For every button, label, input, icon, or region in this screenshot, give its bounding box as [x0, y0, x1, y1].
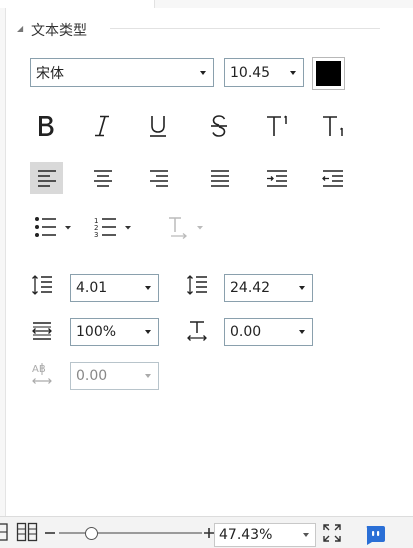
font-color-swatch	[316, 61, 341, 86]
char-scale-icon	[29, 318, 55, 344]
align-left-icon[interactable]	[30, 162, 63, 194]
section-title: 文本类型	[31, 23, 87, 39]
chevron-down-icon	[303, 533, 309, 537]
subscript-icon[interactable]	[318, 111, 350, 141]
chevron-down-icon	[145, 374, 151, 378]
char-spacing-value: 0.00	[76, 368, 108, 384]
zoom-slider-track[interactable]	[59, 532, 202, 534]
baseline-offset-icon	[184, 318, 210, 344]
zoom-out-icon[interactable]	[43, 524, 57, 542]
single-page-view-icon[interactable]	[0, 521, 10, 543]
font-family-select[interactable]: 宋体	[30, 58, 214, 87]
italic-icon[interactable]	[86, 111, 118, 141]
increase-indent-icon[interactable]	[260, 162, 293, 194]
two-page-view-icon[interactable]	[15, 521, 39, 543]
font-family-value: 宋体	[36, 65, 64, 82]
chevron-down-icon	[299, 330, 305, 334]
section-divider	[110, 28, 380, 29]
zoom-slider-handle[interactable]	[85, 527, 98, 540]
align-right-icon[interactable]	[142, 162, 175, 194]
decrease-indent-icon[interactable]	[316, 162, 349, 194]
collapse-triangle-icon[interactable]: ◢	[17, 24, 23, 33]
svg-text:3: 3	[94, 231, 98, 239]
chevron-down-icon	[145, 286, 151, 290]
strikethrough-icon[interactable]	[203, 111, 235, 141]
char-scale-value: 100%	[76, 324, 117, 340]
numbered-list-button[interactable]: 123	[92, 213, 136, 241]
chevron-down-icon	[200, 70, 206, 75]
line-spacing-after-select[interactable]: 24.42	[224, 274, 313, 302]
bold-icon[interactable]	[30, 111, 62, 141]
chevron-down-icon	[145, 330, 151, 334]
line-spacing-after-value: 24.42	[230, 280, 271, 296]
zoom-level-value: 47.43%	[219, 527, 273, 543]
font-size-value: 10.45	[230, 64, 271, 81]
bullet-list-button[interactable]	[32, 213, 76, 241]
char-scale-select[interactable]: 100%	[70, 318, 159, 346]
svg-text:AB: AB	[32, 364, 46, 375]
fit-window-icon[interactable]	[320, 521, 344, 545]
line-spacing-before-icon	[29, 272, 55, 298]
char-spacing-icon: AB	[29, 362, 55, 388]
top-tab	[0, 0, 155, 8]
text-direction-icon	[166, 213, 210, 241]
chevron-down-icon	[290, 70, 296, 75]
line-spacing-before-value: 4.01	[76, 280, 108, 296]
chat-assistant-icon[interactable]	[362, 521, 388, 547]
align-justify-icon[interactable]	[203, 162, 236, 194]
baseline-offset-value: 0.00	[230, 324, 262, 340]
line-spacing-after-icon	[184, 272, 210, 298]
baseline-offset-select[interactable]: 0.00	[224, 318, 313, 346]
align-center-icon[interactable]	[86, 162, 119, 194]
font-size-select[interactable]: 10.45	[224, 58, 304, 87]
underline-icon[interactable]	[142, 111, 174, 141]
chevron-down-icon	[299, 286, 305, 290]
superscript-icon[interactable]	[262, 111, 294, 141]
zoom-level-select[interactable]: 47.43%	[214, 523, 316, 547]
panel-left-edge	[0, 8, 6, 516]
char-spacing-select[interactable]: 0.00	[70, 362, 159, 390]
line-spacing-before-select[interactable]: 4.01	[70, 274, 159, 302]
